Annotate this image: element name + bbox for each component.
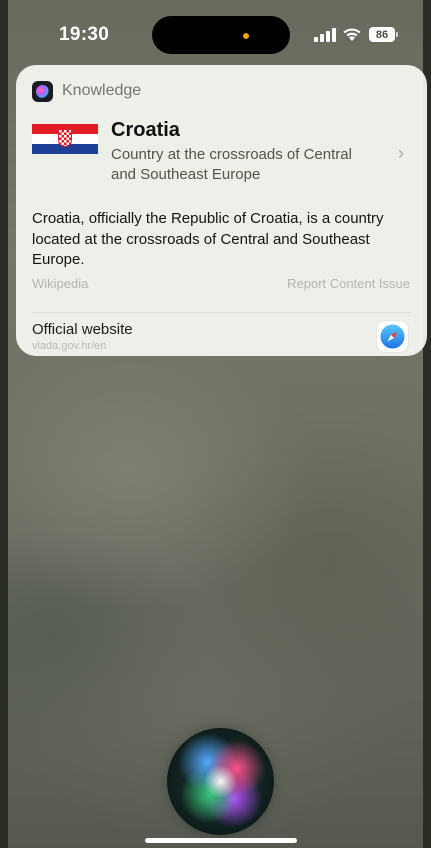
card-header-label: Knowledge — [62, 82, 142, 99]
screen-edge-left — [0, 0, 8, 848]
flag-coat-of-arms — [58, 129, 72, 147]
official-website-title: Official website — [32, 321, 133, 338]
report-content-issue-link[interactable]: Report Content Issue — [287, 276, 410, 291]
official-website-row[interactable]: Official website vlada.gov.hr/en — [16, 313, 427, 356]
battery-tip — [396, 32, 398, 37]
home-indicator[interactable] — [145, 838, 297, 843]
card-header: Knowledge — [32, 80, 141, 102]
result-description: Croatia, officially the Republic of Croa… — [32, 210, 384, 268]
croatia-flag-icon — [32, 124, 98, 154]
cellular-signal-icon — [314, 28, 336, 42]
siri-knowledge-icon — [32, 80, 53, 102]
battery-level: 86 — [375, 28, 389, 41]
safari-icon[interactable] — [377, 321, 408, 352]
knowledge-card[interactable]: Knowledge Croatia Country at the crossro… — [16, 65, 427, 356]
chevron-right-icon[interactable]: › — [398, 143, 404, 164]
siri-orb[interactable] — [167, 728, 274, 835]
wifi-icon — [343, 28, 361, 41]
siri-screen: 19:30 86 Knowledge Croatia Country at th… — [0, 0, 431, 848]
result-subtitle: Country at the crossroads of Central and… — [111, 146, 352, 183]
privacy-indicator-dot — [243, 33, 249, 39]
battery-icon: 86 — [369, 27, 395, 42]
source-link[interactable]: Wikipedia — [32, 276, 88, 291]
official-website-url: vlada.gov.hr/en — [32, 340, 107, 352]
dynamic-island — [152, 16, 290, 54]
result-title[interactable]: Croatia — [111, 119, 180, 142]
status-time: 19:30 — [59, 24, 110, 45]
